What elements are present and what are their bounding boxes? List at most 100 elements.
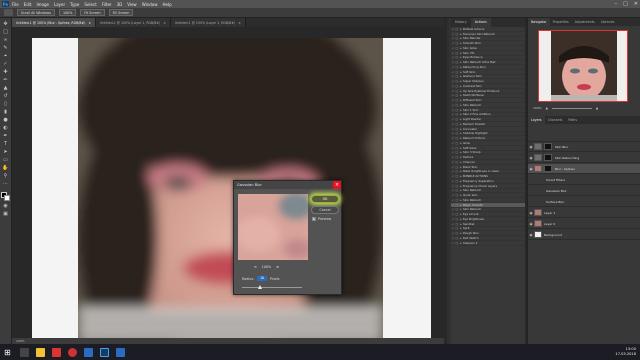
scroll-all-windows-checkbox[interactable]: Scroll All Windows xyxy=(17,9,55,16)
minimize-icon[interactable]: – xyxy=(615,1,618,7)
layer-effect-row[interactable]: Gaussian Blur xyxy=(528,186,640,196)
close-window-icon[interactable]: ✕ xyxy=(634,1,638,7)
gradient-tool-icon[interactable]: ▮ xyxy=(2,109,9,115)
radius-slider[interactable] xyxy=(242,285,302,289)
eraser-tool-icon[interactable]: ▯ xyxy=(2,101,9,107)
layer-group-row[interactable]: ◉ Skin Retouching xyxy=(528,153,640,163)
menu-window[interactable]: Window xyxy=(142,2,158,7)
menu-select[interactable]: Select xyxy=(84,2,96,7)
zoom-out-mountain-icon[interactable]: ▲ xyxy=(546,106,548,110)
healing-brush-tool-icon[interactable]: ✚ xyxy=(2,69,9,75)
tab-paths[interactable]: Paths xyxy=(565,116,580,124)
zoom-tool-icon[interactable]: ⚲ xyxy=(2,173,9,179)
zoom-in-icon[interactable]: ⊕ xyxy=(276,265,279,269)
menu-help[interactable]: Help xyxy=(162,2,171,7)
tab-libraries[interactable]: Libraries xyxy=(598,18,618,26)
cancel-button[interactable]: Cancel xyxy=(311,206,339,214)
menu-layer[interactable]: Layer xyxy=(54,2,65,7)
path-select-tool-icon[interactable]: ➤ xyxy=(2,149,9,155)
menu-view[interactable]: View xyxy=(127,2,137,7)
tab-document-1[interactable]: Untitled-1 @ 100% (Blur - Splines, RGB/8… xyxy=(12,18,96,27)
zoom-out-icon[interactable]: ⊖ xyxy=(254,265,257,269)
tab-adjustments[interactable]: Adjustments xyxy=(572,18,598,26)
layer-row[interactable]: ◉ Layer 1 xyxy=(528,208,640,218)
navigator-zoom-value[interactable]: 100% xyxy=(533,106,542,110)
preview-checkbox[interactable]: ✓ Preview xyxy=(312,217,331,221)
menu-image[interactable]: Image xyxy=(36,2,49,7)
layer-effect-row[interactable]: Surface Blur xyxy=(528,197,640,207)
navigator-zoom-slider[interactable] xyxy=(551,107,592,109)
tab-properties[interactable]: Properties xyxy=(550,18,572,26)
fit-screen-button[interactable]: Fit Screen xyxy=(80,9,105,16)
zoom-100-button[interactable]: 100% xyxy=(58,9,77,16)
layer-mask-thumbnail[interactable] xyxy=(544,165,552,172)
photoshop-taskbar-icon[interactable] xyxy=(100,347,109,357)
tab-history[interactable]: History xyxy=(451,18,471,27)
menu-3d[interactable]: 3D xyxy=(117,2,123,7)
ok-button[interactable]: OK xyxy=(311,195,339,203)
file-explorer-icon[interactable] xyxy=(36,347,45,357)
type-tool-icon[interactable]: T xyxy=(2,141,9,147)
system-clock[interactable]: 13:00 17.03.2018 xyxy=(615,347,636,357)
windows-start-icon[interactable]: ⊞ xyxy=(4,348,13,357)
marquee-tool-icon[interactable]: □ xyxy=(2,29,9,35)
color-swatches[interactable] xyxy=(1,192,10,201)
quick-select-tool-icon[interactable]: ✎ xyxy=(2,45,9,51)
maximize-icon[interactable]: □ xyxy=(623,1,628,7)
media-player-icon[interactable] xyxy=(68,347,77,357)
action-item[interactable]: ✓ □ ▸ Sharpen 2 xyxy=(451,241,525,246)
shape-tool-icon[interactable]: ▭ xyxy=(2,157,9,163)
menu-edit[interactable]: Edit xyxy=(24,2,32,7)
lasso-tool-icon[interactable]: ∞ xyxy=(2,37,9,43)
document-canvas[interactable] xyxy=(32,38,431,344)
tab-document-2[interactable]: Untitled-1 @ 100% (Layer 1, RGB/8#) × xyxy=(96,18,171,27)
close-tab-icon[interactable]: × xyxy=(88,21,91,25)
app-icon[interactable] xyxy=(116,347,125,357)
menu-filter[interactable]: Filter xyxy=(102,2,112,7)
close-tab-icon[interactable]: × xyxy=(238,21,241,25)
canvas-area[interactable] xyxy=(12,27,444,344)
background-color-swatch[interactable] xyxy=(4,195,10,201)
hand-tool-icon[interactable]: ✋ xyxy=(2,165,9,171)
tab-actions[interactable]: Actions xyxy=(470,18,491,27)
layer-row[interactable]: ◉ Background xyxy=(528,230,640,240)
dialog-title-bar[interactable]: Gaussian Blur × xyxy=(234,181,341,189)
hand-tool-icon[interactable] xyxy=(4,9,13,16)
quick-mask-icon[interactable]: ◉ xyxy=(2,203,9,209)
close-icon[interactable]: × xyxy=(333,181,341,189)
slider-handle[interactable] xyxy=(258,285,262,289)
layer-row[interactable]: ◉ Blur - Splines xyxy=(528,164,640,174)
pen-tool-icon[interactable]: ✒ xyxy=(2,133,9,139)
layer-mask-thumbnail[interactable] xyxy=(544,143,552,150)
history-brush-tool-icon[interactable]: ↺ xyxy=(2,93,9,99)
crop-tool-icon[interactable]: ⌖ xyxy=(2,53,9,59)
fill-screen-button[interactable]: Fill Screen xyxy=(108,9,134,16)
navigator-thumbnail[interactable] xyxy=(538,30,628,102)
checkbox-box[interactable]: ✓ xyxy=(312,217,316,221)
close-tab-icon[interactable]: × xyxy=(163,21,166,25)
radius-input[interactable]: 10 xyxy=(257,276,268,281)
status-zoom[interactable]: 100% xyxy=(16,339,25,343)
calculator-icon[interactable] xyxy=(84,347,93,357)
eyedropper-tool-icon[interactable]: ✓ xyxy=(2,61,9,67)
menu-file[interactable]: File xyxy=(12,2,19,7)
layer-row[interactable]: ◉ Layer 0 xyxy=(528,219,640,229)
opera-icon[interactable] xyxy=(52,347,61,357)
screen-mode-icon[interactable]: ▣ xyxy=(2,211,9,217)
menu-type[interactable]: Type xyxy=(70,2,79,7)
move-tool-icon[interactable]: ✥ xyxy=(2,21,9,27)
dodge-tool-icon[interactable]: ◐ xyxy=(2,125,9,131)
tab-channels[interactable]: Channels xyxy=(545,116,566,124)
tab-layers[interactable]: Layers xyxy=(528,116,545,124)
filter-preview[interactable] xyxy=(238,194,308,260)
zoom-in-mountain-icon[interactable]: ▲ xyxy=(596,106,598,110)
blur-tool-icon[interactable]: ● xyxy=(2,117,9,123)
more-tools-icon[interactable]: ⋯ xyxy=(2,181,9,187)
layer-group-row[interactable]: ◉ Skin Blur xyxy=(528,142,640,152)
brush-tool-icon[interactable]: ✏ xyxy=(2,77,9,83)
layer-effect-row[interactable]: Smart Filters xyxy=(528,175,640,185)
tab-navigator[interactable]: Navigator xyxy=(528,18,550,26)
search-icon[interactable] xyxy=(20,347,29,357)
layer-mask-thumbnail[interactable] xyxy=(544,154,552,161)
tab-document-3[interactable]: Untitled-1 @ 100% (Layer 1, RGB/8#) × xyxy=(170,18,246,27)
